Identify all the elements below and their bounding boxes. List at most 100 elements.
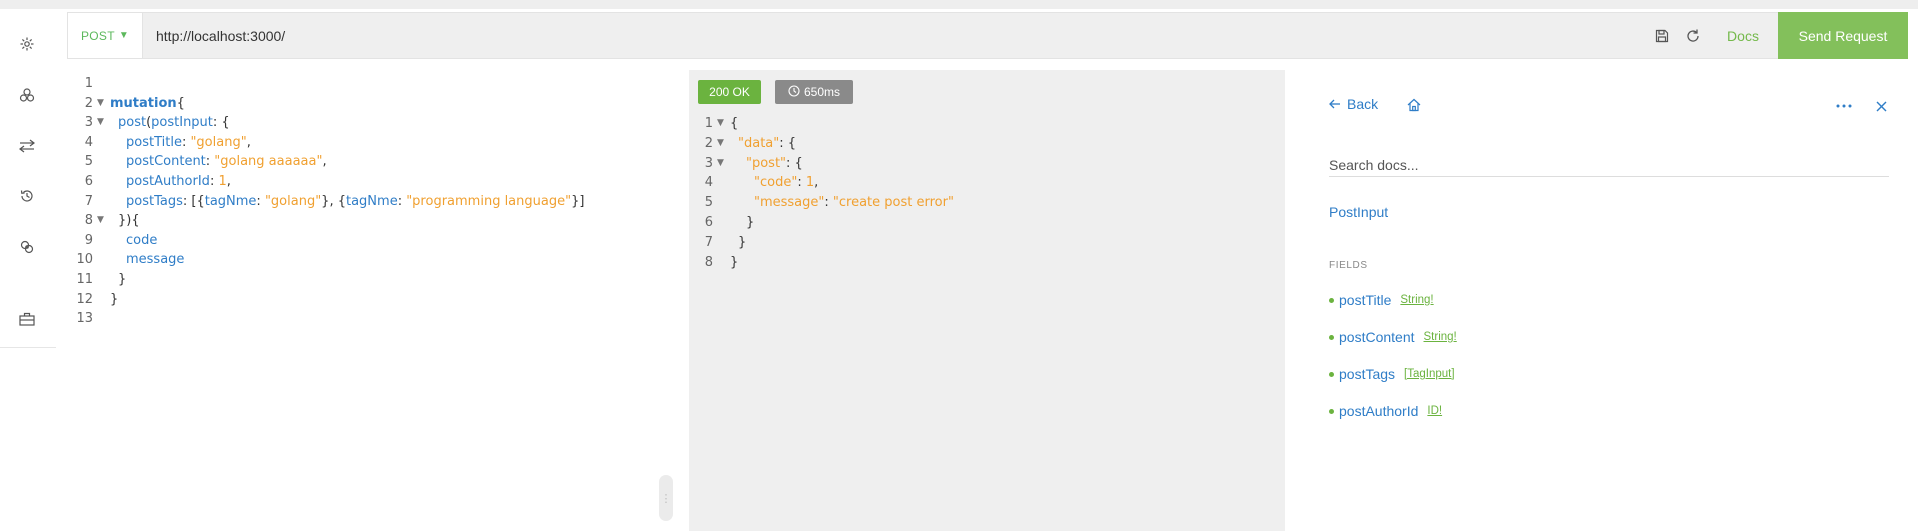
time-value: 650ms xyxy=(803,85,841,99)
query-line-text: code xyxy=(126,232,158,248)
query-line-text: postTitle: "golang", xyxy=(126,134,251,150)
line-number: 3 xyxy=(84,115,93,131)
response-line: 8} xyxy=(689,253,1285,273)
line-number: 3 xyxy=(704,155,713,171)
sidebar-separator xyxy=(0,347,56,348)
field-item[interactable]: postAuthorId ID! xyxy=(1329,403,1442,419)
line-number: 5 xyxy=(704,195,713,211)
search-docs-input[interactable] xyxy=(1329,153,1889,177)
history-icon[interactable] xyxy=(17,186,37,206)
line-number: 4 xyxy=(84,134,93,150)
line-number: 9 xyxy=(84,232,93,248)
back-label: Back xyxy=(1347,96,1379,112)
field-type-link[interactable]: ID! xyxy=(1427,405,1442,417)
field-name[interactable]: postTags xyxy=(1339,366,1395,382)
field-type-link[interactable]: String! xyxy=(1424,331,1457,343)
response-line: 7} xyxy=(689,233,1285,253)
line-number: 5 xyxy=(84,154,93,170)
home-icon[interactable] xyxy=(1405,96,1423,114)
method-selector[interactable]: POST ▼ xyxy=(68,13,143,58)
field-name[interactable]: postAuthorId xyxy=(1339,403,1418,419)
response-line: 5 "message": "create post error" xyxy=(689,193,1285,213)
save-icon[interactable] xyxy=(1652,26,1672,46)
toolbox-icon[interactable] xyxy=(17,309,37,329)
query-line[interactable]: 1 xyxy=(67,74,667,94)
fold-arrow-icon[interactable]: ▼ xyxy=(717,134,724,154)
field-type-link[interactable]: [TagInput] xyxy=(1404,368,1455,380)
url-input[interactable] xyxy=(156,25,1556,47)
query-line[interactable]: 13 xyxy=(67,309,667,329)
query-line[interactable]: 8 ▼}){ xyxy=(67,211,667,231)
line-number: 1 xyxy=(704,116,713,131)
query-editor[interactable]: 1 2 ▼ mutation{3 ▼ post(postInput: {4 postTitl… xyxy=(67,70,687,531)
response-panel: 200 OK 650ms 1 ▼{2 ▼ "data": {3 ▼ "post": {4 "… xyxy=(689,70,1285,531)
query-line-text: message xyxy=(126,252,185,268)
field-name[interactable]: postContent xyxy=(1339,329,1415,345)
fold-arrow-icon[interactable]: ▼ xyxy=(97,113,104,133)
back-link[interactable]: Back xyxy=(1329,96,1378,112)
docs-panel: Back PostInput FIELDS postTitleString!po… xyxy=(1287,70,1918,531)
response-line: 2 ▼ "data": { xyxy=(689,134,1285,154)
type-name-link[interactable]: PostInput xyxy=(1329,204,1388,220)
url-bar: POST ▼ Docs Send Request xyxy=(67,12,1908,59)
response-line-text: } xyxy=(730,254,739,270)
line-number: 6 xyxy=(704,214,713,230)
line-number: 4 xyxy=(704,175,713,191)
query-line[interactable]: 4 postTitle: "golang", xyxy=(67,133,667,153)
field-type-link[interactable]: String! xyxy=(1400,294,1433,306)
response-line-text: } xyxy=(738,234,747,250)
query-line[interactable]: 6 postAuthorId: 1, xyxy=(67,172,667,192)
close-icon[interactable] xyxy=(1871,96,1891,116)
method-label: POST xyxy=(80,28,115,43)
swap-icon[interactable] xyxy=(17,136,37,156)
query-line[interactable]: 2 ▼ mutation{ xyxy=(67,94,667,114)
editor-resize-handle[interactable]: ⋮ xyxy=(659,475,673,521)
query-line[interactable]: 3 ▼ post(postInput: { xyxy=(67,113,667,133)
response-line-text: } xyxy=(746,214,755,230)
schema-icon[interactable] xyxy=(17,85,37,105)
send-request-button[interactable]: Send Request xyxy=(1778,12,1908,59)
response-line-text: { xyxy=(730,116,739,131)
field-item[interactable]: postContent String! xyxy=(1329,329,1457,345)
fold-arrow-icon[interactable]: ▼ xyxy=(97,211,104,231)
response-line: 6} xyxy=(689,213,1285,233)
bullet-icon xyxy=(1329,297,1334,303)
query-line-text: } xyxy=(118,271,127,287)
query-line-text: mutation{ xyxy=(110,95,185,111)
response-line-text: "code": 1, xyxy=(754,175,819,191)
line-number: 8 xyxy=(704,254,713,270)
status-badge: 200 OK xyxy=(698,80,761,104)
clock-icon xyxy=(788,84,800,100)
field-item[interactable]: postTitle String! xyxy=(1329,292,1434,308)
field-name[interactable]: postTitle xyxy=(1339,292,1391,308)
query-line-text: post(postInput: { xyxy=(118,115,230,131)
time-badge: 650ms xyxy=(775,80,853,104)
query-line[interactable]: 9 code xyxy=(67,231,667,251)
query-line[interactable]: 7 postTags: [{tagNme: "golang"}, {tagNme:… xyxy=(67,192,667,212)
line-number: 7 xyxy=(84,193,93,209)
fold-arrow-icon[interactable]: ▼ xyxy=(717,114,724,134)
response-line: 4 "code": 1, xyxy=(689,173,1285,193)
arrow-left-icon xyxy=(1329,96,1341,112)
query-line[interactable]: 5 postContent: "golang aaaaaa", xyxy=(67,152,667,172)
fold-arrow-icon[interactable]: ▼ xyxy=(717,154,724,174)
top-stripe xyxy=(0,0,1918,9)
more-options-icon[interactable] xyxy=(1831,96,1857,116)
query-line[interactable]: 12} xyxy=(67,290,667,310)
field-item[interactable]: postTags [TagInput] xyxy=(1329,366,1455,382)
fields-heading: FIELDS xyxy=(1329,260,1368,271)
line-number: 10 xyxy=(76,252,93,268)
line-number: 2 xyxy=(704,135,713,151)
line-number: 12 xyxy=(76,291,93,307)
query-line-text: postAuthorId: 1, xyxy=(126,173,231,189)
settings-icon[interactable] xyxy=(17,34,37,54)
query-line[interactable]: 10 message xyxy=(67,250,667,270)
line-number: 7 xyxy=(704,234,713,250)
fold-arrow-icon[interactable]: ▼ xyxy=(97,94,104,114)
query-line[interactable]: 11} xyxy=(67,270,667,290)
bullet-icon xyxy=(1329,371,1334,377)
docs-button[interactable]: Docs xyxy=(1708,13,1778,58)
plugins-icon[interactable] xyxy=(17,237,37,257)
response-line: 1 ▼ { xyxy=(689,114,1285,134)
refresh-icon[interactable] xyxy=(1683,26,1703,46)
